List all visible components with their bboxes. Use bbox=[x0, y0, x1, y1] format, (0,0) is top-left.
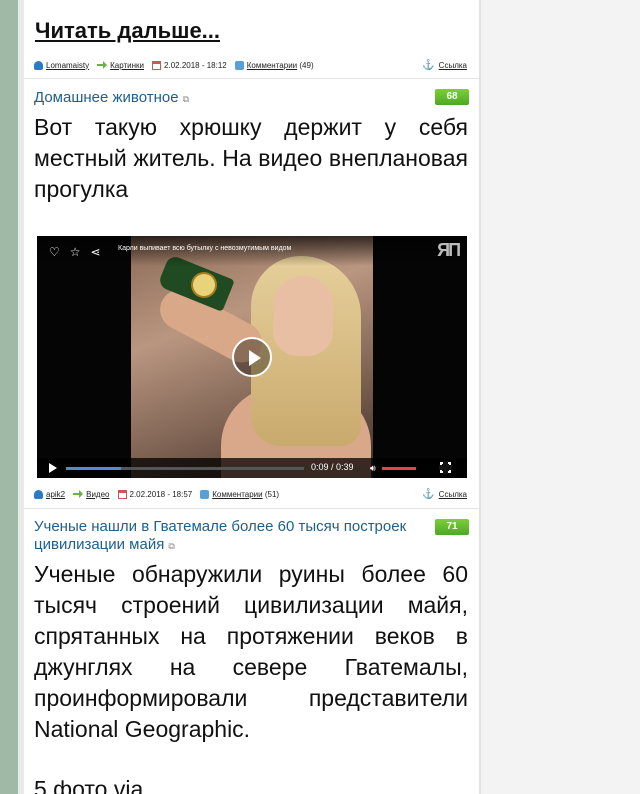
category-link[interactable]: Картинки bbox=[110, 61, 144, 70]
right-border bbox=[479, 0, 481, 794]
site-logo: ЯП bbox=[437, 240, 461, 260]
video-player[interactable]: ♡ ☆ ⋖ Карли выпивает всю бутылку с невоз… bbox=[37, 236, 467, 478]
video-actions: ♡ ☆ ⋖ bbox=[49, 245, 101, 259]
comment-icon bbox=[200, 489, 210, 499]
rating-badge: 71 bbox=[435, 519, 469, 535]
anchor-icon: ⚓ bbox=[422, 59, 435, 71]
author-link[interactable]: apik2 bbox=[46, 490, 65, 499]
play-icon[interactable] bbox=[232, 337, 272, 377]
volume-icon[interactable]: 🔊︎ bbox=[370, 463, 376, 474]
post-text: Вот такую хрюшку держит у себя местный ж… bbox=[34, 114, 468, 202]
post-divider bbox=[24, 78, 479, 79]
user-icon bbox=[34, 60, 43, 70]
arrow-right-icon bbox=[97, 61, 108, 69]
user-icon bbox=[34, 489, 43, 499]
post-divider bbox=[24, 508, 479, 509]
category-link[interactable]: Видео bbox=[86, 490, 109, 499]
share-link[interactable]: Ссылка bbox=[439, 490, 467, 499]
post-date: 2.02.2018 - 18:12 bbox=[164, 60, 227, 70]
comments-link[interactable]: Комментарии bbox=[212, 490, 262, 499]
comments-link[interactable]: Комментарии bbox=[247, 61, 297, 70]
external-link-icon: ⧉ bbox=[168, 541, 175, 551]
author-link[interactable]: Lomamaisty bbox=[46, 61, 89, 70]
rating-badge: 68 bbox=[435, 89, 469, 105]
star-icon[interactable]: ☆ bbox=[70, 245, 81, 259]
video-subject-face bbox=[273, 276, 333, 356]
share-icon[interactable]: ⋖ bbox=[91, 245, 101, 259]
post-category-title-text[interactable]: Домашнее животное bbox=[34, 89, 179, 106]
left-sidebar-rail bbox=[0, 0, 18, 794]
post-text: Ученые обнаружили руины более 60 тысяч с… bbox=[34, 561, 468, 742]
arrow-right-icon bbox=[73, 490, 84, 498]
post-meta-bar: Lomamaisty Картинки 2.02.2018 - 18:12 Ко… bbox=[34, 58, 471, 72]
progress-bar[interactable] bbox=[66, 467, 304, 470]
comments-count: (49) bbox=[299, 60, 314, 70]
external-link-icon: ⧉ bbox=[182, 94, 189, 104]
comment-icon bbox=[234, 60, 244, 70]
anchor-icon: ⚓ bbox=[422, 488, 435, 500]
calendar-icon bbox=[117, 489, 127, 499]
post-category-title[interactable]: Домашнее животное ⧉ bbox=[34, 89, 189, 108]
calendar-icon bbox=[152, 60, 162, 70]
video-time: 0:09 / 0:39 bbox=[311, 462, 354, 472]
progress-fill bbox=[66, 467, 121, 470]
comments-count: (51) bbox=[264, 489, 280, 499]
post-category-title[interactable]: Ученые нашли в Гватемале более 60 тысяч … bbox=[34, 518, 424, 555]
share-link[interactable]: Ссылка bbox=[439, 61, 467, 70]
volume-slider[interactable] bbox=[382, 467, 416, 470]
video-controls: 0:09 / 0:39 🔊︎ bbox=[37, 458, 467, 478]
heart-icon[interactable]: ♡ bbox=[49, 245, 60, 259]
read-more-link[interactable]: Читать дальше... bbox=[35, 18, 220, 44]
post-category-title-text[interactable]: Ученые нашли в Гватемале более 60 тысяч … bbox=[34, 518, 406, 553]
feed-column: Читать дальше... Lomamaisty Картинки 2.0… bbox=[24, 0, 479, 794]
video-title: Карли выпивает всю бутылку с невозмутимы… bbox=[118, 245, 292, 252]
play-button[interactable] bbox=[49, 463, 57, 473]
post-footer-text: 5 фото via bbox=[34, 776, 144, 794]
post-meta-bar: apik2 Видео 2.02.2018 - 18:57 Комментари… bbox=[34, 487, 471, 501]
post-date: 2.02.2018 - 18:57 bbox=[129, 489, 193, 499]
